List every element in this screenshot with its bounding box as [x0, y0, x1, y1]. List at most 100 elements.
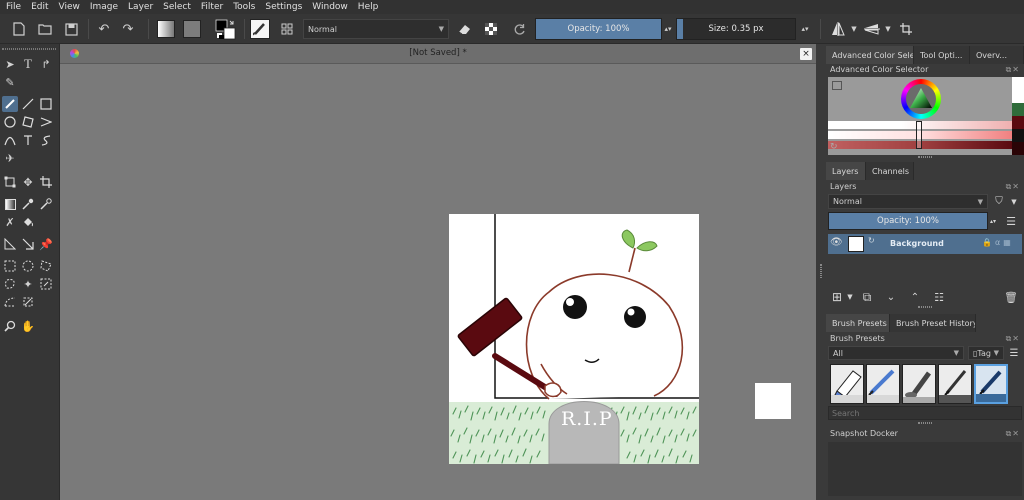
menu-window[interactable]: Window: [312, 2, 348, 12]
duplicate-layer-button[interactable]: ⧉: [860, 290, 874, 304]
history-swatch[interactable]: [1012, 90, 1024, 103]
artwork-canvas[interactable]: R.I.P: [449, 214, 699, 464]
colorize-mask-icon[interactable]: [38, 196, 54, 212]
ellipse-tool-icon[interactable]: [2, 114, 18, 130]
opacity-slider[interactable]: Opacity: 100%: [535, 18, 662, 40]
zoom-tool-icon[interactable]: [2, 318, 18, 334]
brush-preset-ink[interactable]: [938, 364, 972, 404]
polyline-tool-icon[interactable]: [38, 114, 54, 130]
new-document-icon[interactable]: [8, 18, 30, 40]
brush-preset-icon[interactable]: [249, 18, 271, 40]
freehand-brush-icon[interactable]: [2, 96, 18, 112]
brush-preset-airbrush[interactable]: [902, 364, 936, 404]
menu-tools[interactable]: Tools: [233, 2, 255, 12]
snapshot-list[interactable]: [828, 442, 1022, 496]
menu-view[interactable]: View: [59, 2, 80, 12]
history-swatch[interactable]: [1012, 116, 1024, 129]
mirror-vertical-icon[interactable]: [862, 18, 882, 40]
bezier-select-icon[interactable]: [2, 294, 18, 310]
magnetic-select-icon[interactable]: [20, 294, 36, 310]
pan-tool-icon[interactable]: ✋: [20, 318, 36, 334]
fill-tool-icon[interactable]: [20, 214, 36, 230]
text-tool-icon[interactable]: T: [20, 56, 36, 72]
size-slider[interactable]: Size: 0.35 px: [676, 18, 796, 40]
panel-float-close-icon[interactable]: ⧉✕: [1006, 182, 1020, 192]
fg-bg-color-icon[interactable]: [214, 18, 238, 40]
measure-tool-icon[interactable]: [2, 236, 18, 252]
freehand-path-icon[interactable]: [20, 132, 36, 148]
menu-select[interactable]: Select: [163, 2, 191, 12]
brush-filter-dropdown[interactable]: All ▼: [828, 346, 964, 360]
rectangle-tool-icon[interactable]: [38, 96, 54, 112]
multibrush-icon[interactable]: ✈: [2, 150, 18, 166]
bezier-tool-icon[interactable]: [2, 132, 18, 148]
brush-preset-eraser[interactable]: [830, 364, 864, 404]
history-swatch[interactable]: [1012, 77, 1024, 90]
layer-name[interactable]: Background: [890, 239, 944, 248]
dock-splitter[interactable]: [816, 44, 826, 500]
rect-select-icon[interactable]: [2, 258, 18, 274]
similar-select-icon[interactable]: [38, 276, 54, 292]
brush-tag-dropdown[interactable]: ▯ Tag ▼: [968, 346, 1004, 360]
tab-channels[interactable]: Channels: [866, 162, 914, 180]
panel-resize-handle[interactable]: [918, 306, 932, 308]
add-layer-button[interactable]: ⊞: [830, 290, 844, 304]
crop-tool-icon[interactable]: [38, 174, 54, 190]
brush-preset-pen[interactable]: [866, 364, 900, 404]
brush-view-icon[interactable]: ☰: [1006, 346, 1022, 360]
gradient-tool-icon[interactable]: [2, 196, 18, 212]
redo-icon[interactable]: ↷: [118, 18, 138, 40]
reload-preset-icon[interactable]: [508, 18, 530, 40]
panel-float-close-icon[interactable]: ⧉✕: [1006, 65, 1020, 75]
delete-layer-button[interactable]: 🗑: [1004, 290, 1018, 304]
color-selector-area[interactable]: [828, 77, 1012, 155]
workspace-grid-icon[interactable]: [276, 18, 298, 40]
hue-ring[interactable]: [901, 79, 941, 119]
opacity-spin-icon[interactable]: ▴▾: [664, 18, 672, 40]
layer-opacity-spin-icon[interactable]: ▴▾: [989, 212, 997, 230]
close-document-button[interactable]: ×: [800, 48, 812, 60]
saturation-triangle[interactable]: [909, 87, 933, 111]
chevron-down-icon[interactable]: ▼: [850, 18, 858, 40]
preserve-alpha-icon[interactable]: [480, 18, 502, 40]
edit-shapes-icon[interactable]: ↱: [38, 56, 54, 72]
move-layer-up-button[interactable]: ⌃: [908, 290, 922, 304]
eraser-mode-icon[interactable]: [454, 18, 474, 40]
layer-list-view-icon[interactable]: ☰: [1002, 212, 1020, 230]
menu-help[interactable]: Help: [358, 2, 379, 12]
calligraphy-icon[interactable]: ✎: [2, 74, 18, 90]
mirror-horizontal-icon[interactable]: [828, 18, 848, 40]
reference-pin-icon[interactable]: 📌: [38, 236, 54, 252]
layer-lock-alpha-icons[interactable]: 🔒α▦: [982, 238, 1014, 247]
line-tool-icon[interactable]: [20, 96, 36, 112]
move-tool-icon[interactable]: ✥: [20, 174, 36, 190]
menu-edit[interactable]: Edit: [31, 2, 48, 12]
chevron-down-icon[interactable]: ▼: [846, 290, 854, 304]
tab-layers[interactable]: Layers: [826, 162, 866, 180]
layer-properties-button[interactable]: ☷: [932, 290, 946, 304]
menu-layer[interactable]: Layer: [128, 2, 153, 12]
layer-blend-mode-dropdown[interactable]: Normal ▼: [828, 194, 988, 209]
color-picker-icon[interactable]: [20, 196, 36, 212]
menu-image[interactable]: Image: [90, 2, 118, 12]
panel-resize-handle[interactable]: [918, 422, 932, 424]
contiguous-select-icon[interactable]: ✦: [20, 276, 36, 292]
tab-brush-presets[interactable]: Brush Presets: [826, 314, 890, 332]
layer-filter-icon[interactable]: ⛉: [992, 194, 1006, 209]
slider-cursor[interactable]: [916, 121, 922, 149]
dynamic-brush-icon[interactable]: [38, 132, 54, 148]
smart-patch-icon[interactable]: ✗: [2, 214, 18, 230]
brush-preset-selected-pencil[interactable]: [974, 364, 1008, 404]
polygon-tool-icon[interactable]: [20, 114, 36, 130]
refresh-icon[interactable]: ↻: [830, 142, 838, 152]
layer-expand-icon[interactable]: ↻: [868, 236, 875, 245]
menu-file[interactable]: File: [6, 2, 21, 12]
history-swatch[interactable]: [1012, 103, 1024, 116]
polygon-select-icon[interactable]: [38, 258, 54, 274]
size-spin-icon[interactable]: ▴▾: [800, 18, 810, 40]
color-selector-settings-icon[interactable]: [832, 81, 842, 90]
select-shapes-icon[interactable]: ➤: [2, 56, 18, 72]
tab-brush-preset-history[interactable]: Brush Preset History: [890, 314, 976, 332]
tab-overview[interactable]: Overv...: [970, 46, 1024, 64]
history-swatch[interactable]: [1012, 129, 1024, 142]
